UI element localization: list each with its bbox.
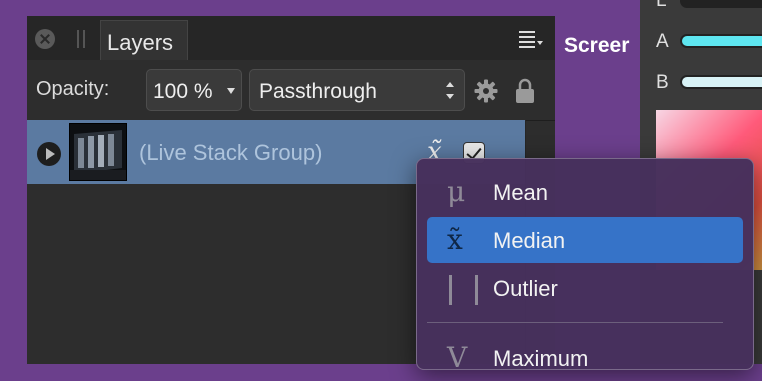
a-channel-label: A [656, 31, 669, 52]
x-tilde-icon: x̃ [447, 223, 463, 256]
tab-layers-label: Layers [107, 30, 174, 55]
a-slider[interactable] [680, 34, 762, 48]
layers-toolbar: Opacity: 100 % Passthrough [27, 60, 555, 121]
updown-arrows-icon [446, 82, 454, 100]
opacity-field[interactable]: 100 % [146, 69, 242, 111]
gear-icon[interactable] [474, 79, 498, 103]
menu-item-label: Mean [493, 180, 549, 205]
outlier-bars-icon [447, 275, 481, 305]
menu-separator [427, 322, 723, 323]
layer-name[interactable]: (Live Stack Group) [139, 140, 322, 166]
close-icon[interactable] [35, 29, 55, 49]
tab-layers[interactable]: Layers [100, 20, 188, 60]
panel-menu-icon[interactable] [519, 29, 543, 49]
menu-item-label: Maximum [493, 346, 589, 371]
menu-item-outlier[interactable]: Outlier [427, 265, 743, 311]
b-slider[interactable] [680, 75, 762, 89]
menu-item-mean[interactable]: μ Mean [427, 169, 743, 215]
lock-icon[interactable] [515, 78, 535, 104]
panel-header: Layers [27, 16, 555, 60]
opacity-value: 100 % [153, 80, 213, 103]
blend-mode-select[interactable]: Passthrough [249, 69, 465, 111]
menu-item-label: Outlier [493, 276, 558, 301]
blend-mode-value: Passthrough [259, 80, 377, 103]
drag-grip-icon[interactable] [77, 30, 86, 48]
mu-icon: μ [447, 175, 466, 208]
v-icon: V [447, 341, 468, 374]
b-channel-label: B [656, 72, 669, 93]
l-channel-label: L [656, 0, 667, 11]
stack-operator-menu: μ Mean x̃ Median Outlier V Maximum [416, 158, 754, 374]
expand-arrow-icon[interactable] [37, 142, 61, 166]
layer-thumbnail [69, 123, 127, 181]
menu-item-maximum[interactable]: V Maximum [427, 335, 743, 381]
panel-title-partial: Screer [564, 34, 630, 57]
thumbnail-image [70, 124, 126, 180]
l-slider[interactable] [680, 0, 762, 8]
opacity-label: Opacity: [36, 78, 110, 100]
chevron-down-icon[interactable] [227, 88, 235, 94]
menu-item-label: Median [493, 228, 566, 253]
menu-item-median[interactable]: x̃ Median [427, 217, 743, 263]
